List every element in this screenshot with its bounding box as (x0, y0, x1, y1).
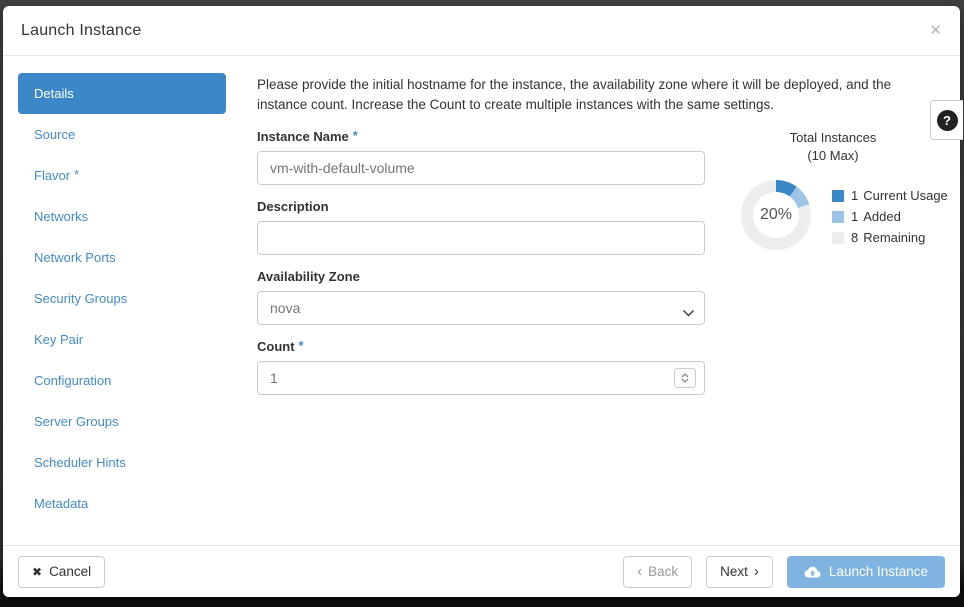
chart-legend: 1 Current Usage 1 Added 8 Remaining (832, 188, 948, 251)
sidebar-item-configuration[interactable]: Configuration (18, 360, 226, 401)
count-label: Count * (257, 338, 304, 354)
sidebar-item-network-ports[interactable]: Network Ports (18, 237, 226, 278)
close-icon[interactable]: ✕ (929, 23, 942, 38)
chart-title: Total Instances (10 Max) (789, 130, 877, 163)
modal-footer: ✖ Cancel ‹ Back Next › Launch Instance (3, 545, 960, 597)
modal-title: Launch Instance (21, 21, 142, 39)
sidebar-item-source[interactable]: Source (18, 114, 226, 155)
launch-instance-button[interactable]: Launch Instance (786, 555, 945, 588)
count-stepper[interactable] (674, 368, 696, 388)
legend-swatch (832, 231, 844, 244)
sidebar-item-security-groups[interactable]: Security Groups (18, 278, 226, 319)
required-asterisk: * (298, 338, 304, 353)
sidebar-item-server-groups[interactable]: Server Groups (18, 401, 226, 442)
legend-item-current-usage: 1 Current Usage (832, 188, 948, 203)
count-input[interactable] (257, 361, 705, 395)
sidebar-item-flavor[interactable]: Flavor * (18, 155, 226, 196)
required-asterisk: * (352, 128, 358, 143)
donut-percentage: 20% (759, 205, 793, 223)
sidebar-item-scheduler-hints[interactable]: Scheduler Hints (18, 442, 226, 483)
cancel-button[interactable]: ✖ Cancel (18, 555, 106, 588)
details-step-content: Please provide the initial hostname for … (257, 73, 948, 545)
question-icon: ? (936, 109, 958, 131)
description-input[interactable] (257, 221, 705, 255)
wizard-nav: Details Source Flavor * Networks Network … (18, 73, 226, 545)
help-button[interactable]: ? (930, 100, 963, 140)
availability-zone-select[interactable]: nova (257, 291, 705, 325)
sidebar-item-details[interactable]: Details (18, 73, 226, 114)
legend-swatch (832, 210, 844, 223)
sidebar-item-metadata[interactable]: Metadata (18, 483, 226, 524)
legend-item-remaining: 8 Remaining (832, 230, 948, 245)
description-label: Description (257, 199, 329, 214)
left-caret-icon: ‹ (637, 563, 643, 580)
cloud-upload-icon (804, 566, 821, 578)
modal-header: Launch Instance ✕ (3, 6, 960, 56)
sidebar-item-networks[interactable]: Networks (18, 196, 226, 237)
total-instances-panel: Total Instances (10 Max) 20% 1 Current Us… (719, 129, 948, 409)
availability-zone-label: Availability Zone (257, 269, 360, 284)
sidebar-item-key-pair[interactable]: Key Pair (18, 319, 226, 360)
step-intro-text: Please provide the initial hostname for … (257, 77, 892, 112)
total-instances-donut: 20% (741, 179, 811, 250)
instance-name-label: Instance Name * (257, 128, 358, 144)
modal-body: ? Details Source Flavor * Networks Networ… (3, 56, 963, 545)
x-icon: ✖ (32, 564, 43, 579)
stepper-down-icon (681, 378, 689, 383)
next-button[interactable]: Next › (706, 555, 773, 588)
legend-item-added: 1 Added (832, 209, 948, 224)
launch-instance-modal: Launch Instance ✕ ? Details Source Flavo… (3, 6, 963, 597)
back-button[interactable]: ‹ Back (623, 555, 693, 588)
legend-swatch (832, 189, 844, 202)
instance-name-input[interactable] (257, 151, 705, 185)
right-caret-icon: › (753, 563, 759, 580)
